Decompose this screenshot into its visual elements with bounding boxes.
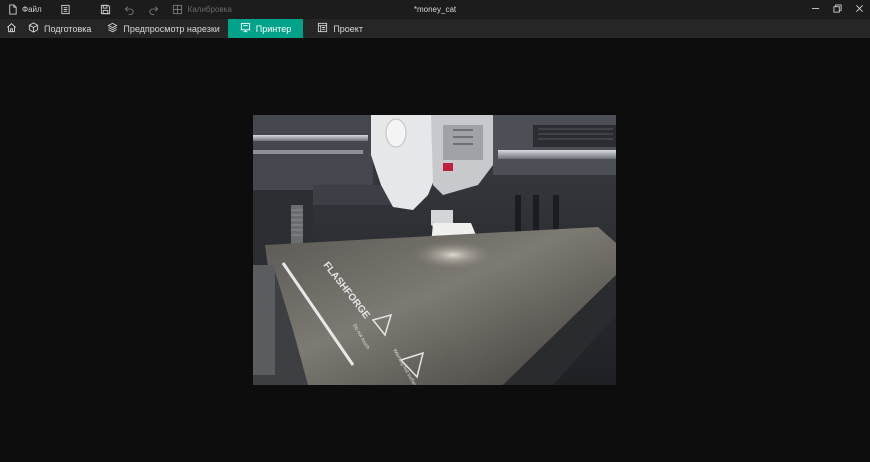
camera-image: FLASHFORGE Do not touch Warning hot surf… xyxy=(253,115,616,385)
tab-printer-label: Принтер xyxy=(255,23,292,34)
home-icon xyxy=(6,22,17,35)
layers-icon xyxy=(107,22,119,35)
tab-printer[interactable]: Принтер xyxy=(227,19,304,38)
save-icon xyxy=(100,4,112,16)
tab-project[interactable]: Проект xyxy=(303,19,371,38)
tab-project-label: Проект xyxy=(333,23,363,34)
menu-button[interactable] xyxy=(54,0,78,19)
undo-icon xyxy=(124,4,136,16)
tab-preview-label: Предпросмотр нарезки xyxy=(123,23,220,34)
redo-icon xyxy=(148,4,160,16)
tab-prepare[interactable]: Подготовка xyxy=(22,19,99,38)
file-icon xyxy=(6,4,18,16)
calibration-label: Калибровка xyxy=(187,5,232,14)
redo-button[interactable] xyxy=(142,0,166,19)
tab-prepare-label: Подготовка xyxy=(44,23,92,34)
printer-view: FLASHFORGE Do not touch Warning hot surf… xyxy=(0,38,870,462)
tab-preview[interactable]: Предпросмотр нарезки xyxy=(99,19,227,38)
close-icon xyxy=(855,4,864,16)
main-tab-bar: Подготовка Предпросмотр нарезки Принтер … xyxy=(0,19,870,38)
file-menu-button[interactable]: Файл xyxy=(0,0,48,19)
tab-home[interactable] xyxy=(0,19,22,38)
calibration-button[interactable]: Калибровка xyxy=(166,0,238,19)
cube-icon xyxy=(28,22,39,35)
project-icon xyxy=(317,22,328,35)
calibration-icon xyxy=(172,4,184,16)
save-button[interactable] xyxy=(94,0,118,19)
undo-button[interactable] xyxy=(118,0,142,19)
file-menu-label: Файл xyxy=(22,5,42,14)
minimize-button[interactable] xyxy=(804,0,826,19)
restore-icon xyxy=(832,3,842,16)
title-bar: Файл Калибровка *money_cat xyxy=(0,0,870,19)
document-list-icon xyxy=(60,4,72,16)
close-button[interactable] xyxy=(848,0,870,19)
minimize-icon xyxy=(811,4,820,16)
window-controls xyxy=(804,0,870,19)
monitor-icon xyxy=(240,22,251,35)
camera-feed: FLASHFORGE Do not touch Warning hot surf… xyxy=(253,115,616,385)
restore-button[interactable] xyxy=(826,0,848,19)
